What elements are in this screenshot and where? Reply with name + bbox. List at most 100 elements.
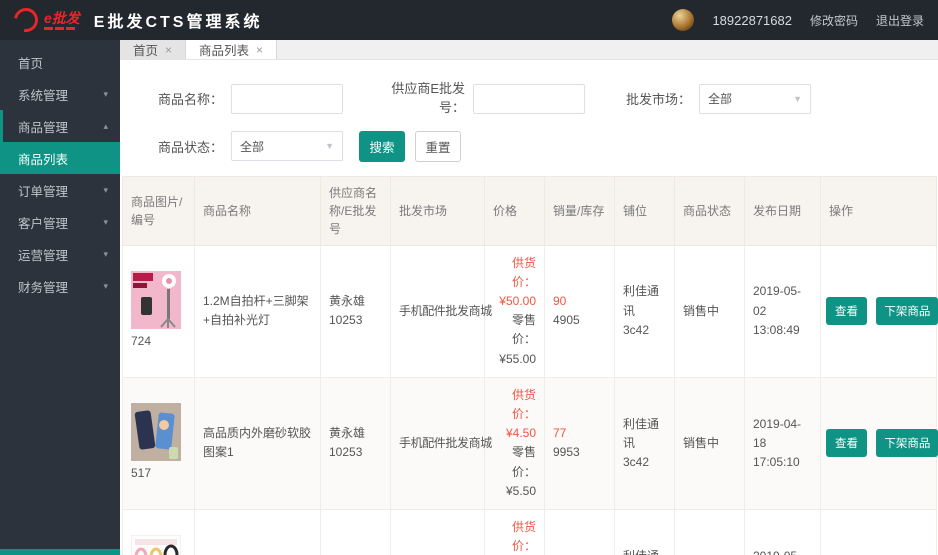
product-name-input[interactable] [231, 83, 343, 114]
table-row: 517 高品质内外磨砂软胶图案1 黄永雄 10253 手机配件批发商城 供货价：… [122, 376, 938, 510]
sidebar-item-label: 商品列表 [18, 152, 69, 167]
sidebar-item-goods-list[interactable]: 商品列表 [0, 142, 120, 174]
change-password-link[interactable]: 修改密码 [810, 12, 858, 29]
sidebar-item-system[interactable]: 系统管理 ▾ [0, 78, 120, 110]
sidebar-item-label: 财务管理 [18, 280, 69, 295]
publish-time: 17:05:10 [753, 454, 800, 469]
stock-count: 4905 [553, 313, 580, 328]
off-shelf-button[interactable]: 下架商品 [876, 429, 938, 458]
market-select-value: 全部 [708, 92, 733, 107]
sidebar-item-label: 客户管理 [18, 216, 69, 231]
status-text: 销售中 [674, 376, 745, 510]
close-icon[interactable]: × [256, 43, 263, 57]
main-content: 首页 × 商品列表 × 商品名称： 供应商E批发号： 批发市场： 全部 ▼ 商品… [120, 40, 938, 555]
view-button[interactable]: 查看 [826, 429, 867, 458]
app-logo: e批发 [9, 3, 80, 37]
table-row: 724 1.2M自拍杆+三脚架+自拍补光灯 黄永雄 10253 手机配件批发商城… [122, 244, 938, 378]
product-name: M10无叶风扇 [194, 508, 321, 555]
logo-text: e批发 [44, 9, 80, 26]
sidebar-item-label: 商品管理 [18, 120, 69, 135]
off-shelf-button[interactable]: 下架商品 [876, 297, 938, 326]
reset-button[interactable]: 重置 [415, 130, 461, 162]
retail-price-label: 零售价： [511, 445, 536, 479]
product-thumbnail-selfie-stick [131, 271, 181, 330]
sales-count: 90 [553, 294, 567, 309]
chevron-down-icon: ▾ [103, 248, 108, 259]
col-header-sales-stock: 销量/库存 [544, 175, 615, 246]
table-row: 612 M10无叶风扇 黄永雄 10253 手机配件批发商城 供货价： ¥18.… [122, 508, 937, 555]
sidebar-item-label: 订单管理 [18, 184, 69, 199]
booth-name: 利佳通讯 [623, 547, 666, 555]
user-phone: 18922871682 [712, 12, 792, 28]
view-button[interactable]: 查看 [826, 297, 867, 326]
sidebar-item-home[interactable]: 首页 [0, 46, 120, 78]
close-icon[interactable]: × [165, 43, 172, 57]
tab-label: 首页 [133, 44, 159, 58]
logo-swoosh-icon [9, 3, 43, 37]
supply-price: ¥50.00 [499, 294, 536, 309]
status-select[interactable]: 全部 ▼ [231, 131, 343, 162]
supplier-no: 10253 [329, 313, 363, 328]
retail-price-label: 零售价： [511, 313, 536, 347]
col-header-name: 商品名称 [194, 175, 321, 246]
sidebar-item-orders[interactable]: 订单管理 ▾ [0, 174, 120, 206]
market-name: 手机配件批发商城 [390, 244, 492, 378]
booth-name: 利佳通讯 [623, 284, 660, 318]
logout-link[interactable]: 退出登录 [876, 12, 924, 29]
supply-price-label: 供货价： [511, 519, 536, 554]
supplier-no-input[interactable] [473, 83, 585, 114]
tab-goods-list[interactable]: 商品列表 × [186, 40, 278, 59]
supplier-no: 10253 [329, 445, 363, 460]
sidebar-item-customers[interactable]: 客户管理 ▾ [0, 206, 120, 238]
status-text: 销售中 [674, 244, 745, 378]
chevron-down-icon: ▾ [103, 280, 108, 291]
sidebar: 首页 系统管理 ▾ 商品管理 ▴ 商品列表 订单管理 ▾ 客户管理 ▾ 运营管理… [0, 40, 120, 555]
product-id: 517 [131, 466, 152, 481]
filter-panel: 商品名称： 供应商E批发号： 批发市场： 全部 ▼ 商品状态： 全部 ▼ 搜索 … [120, 60, 938, 176]
sidebar-bottom-strip [0, 549, 120, 555]
chevron-down-icon: ▼ [325, 141, 334, 152]
sidebar-item-operations[interactable]: 运营管理 ▾ [0, 238, 120, 270]
tab-home[interactable]: 首页 × [120, 40, 187, 59]
col-header-actions: 操作 [820, 175, 937, 246]
user-avatar[interactable] [672, 9, 695, 31]
publish-date: 2019-05-24 [753, 547, 812, 555]
logo-subtitle-decoration [44, 26, 80, 30]
booth-name: 利佳通讯 [623, 416, 660, 450]
col-header-image-id: 商品图片/编号 [122, 175, 195, 246]
product-name: 1.2M自拍杆+三脚架+自拍补光灯 [194, 244, 321, 378]
booth-no: 3c42 [623, 322, 650, 337]
tab-label: 商品列表 [199, 44, 250, 58]
table-header-row: 商品图片/编号 商品名称 供应商名称/E批发号 批发市场 价格 销量/库存 铺位… [122, 175, 937, 246]
top-header: e批发 E批发CTS管理系统 18922871682 修改密码 退出登录 [0, 0, 938, 40]
market-select[interactable]: 全部 ▼ [699, 83, 811, 114]
chevron-up-icon: ▴ [103, 120, 108, 131]
booth-no: 3c42 [623, 454, 650, 469]
publish-date: 2019-05-02 [753, 284, 802, 318]
col-header-booth: 铺位 [614, 175, 675, 246]
search-button[interactable]: 搜索 [359, 130, 405, 162]
col-header-date: 发布日期 [744, 175, 821, 246]
market-label: 批发市场： [625, 92, 691, 108]
product-id: 724 [131, 334, 152, 349]
product-name-label: 商品名称： [157, 92, 223, 108]
page-title: E批发CTS管理系统 [93, 14, 263, 31]
retail-price: ¥5.50 [505, 483, 536, 498]
col-header-price: 价格 [484, 175, 545, 246]
sidebar-item-finance[interactable]: 财务管理 ▾ [0, 270, 120, 302]
supplier-no-label: 供应商E批发号： [391, 81, 465, 115]
col-header-market: 批发市场 [390, 175, 485, 246]
supply-price-label: 供货价： [511, 387, 536, 421]
publish-time: 13:08:49 [753, 322, 800, 337]
stock-count: 9953 [553, 445, 580, 460]
status-text: 销售中 [674, 508, 745, 555]
product-name: 高品质内外磨砂软胶图案1 [194, 376, 321, 510]
market-name: 手机配件批发商城 [390, 508, 485, 555]
product-thumbnail-phone-cases [131, 403, 181, 462]
supplier-name: 黄永雄 [329, 426, 366, 441]
retail-price: ¥55.00 [499, 351, 536, 366]
chevron-down-icon: ▾ [103, 88, 108, 99]
supplier-name: 黄永雄 [329, 294, 366, 309]
sidebar-item-goods[interactable]: 商品管理 ▴ [0, 110, 120, 142]
supply-price: ¥4.50 [505, 426, 536, 441]
